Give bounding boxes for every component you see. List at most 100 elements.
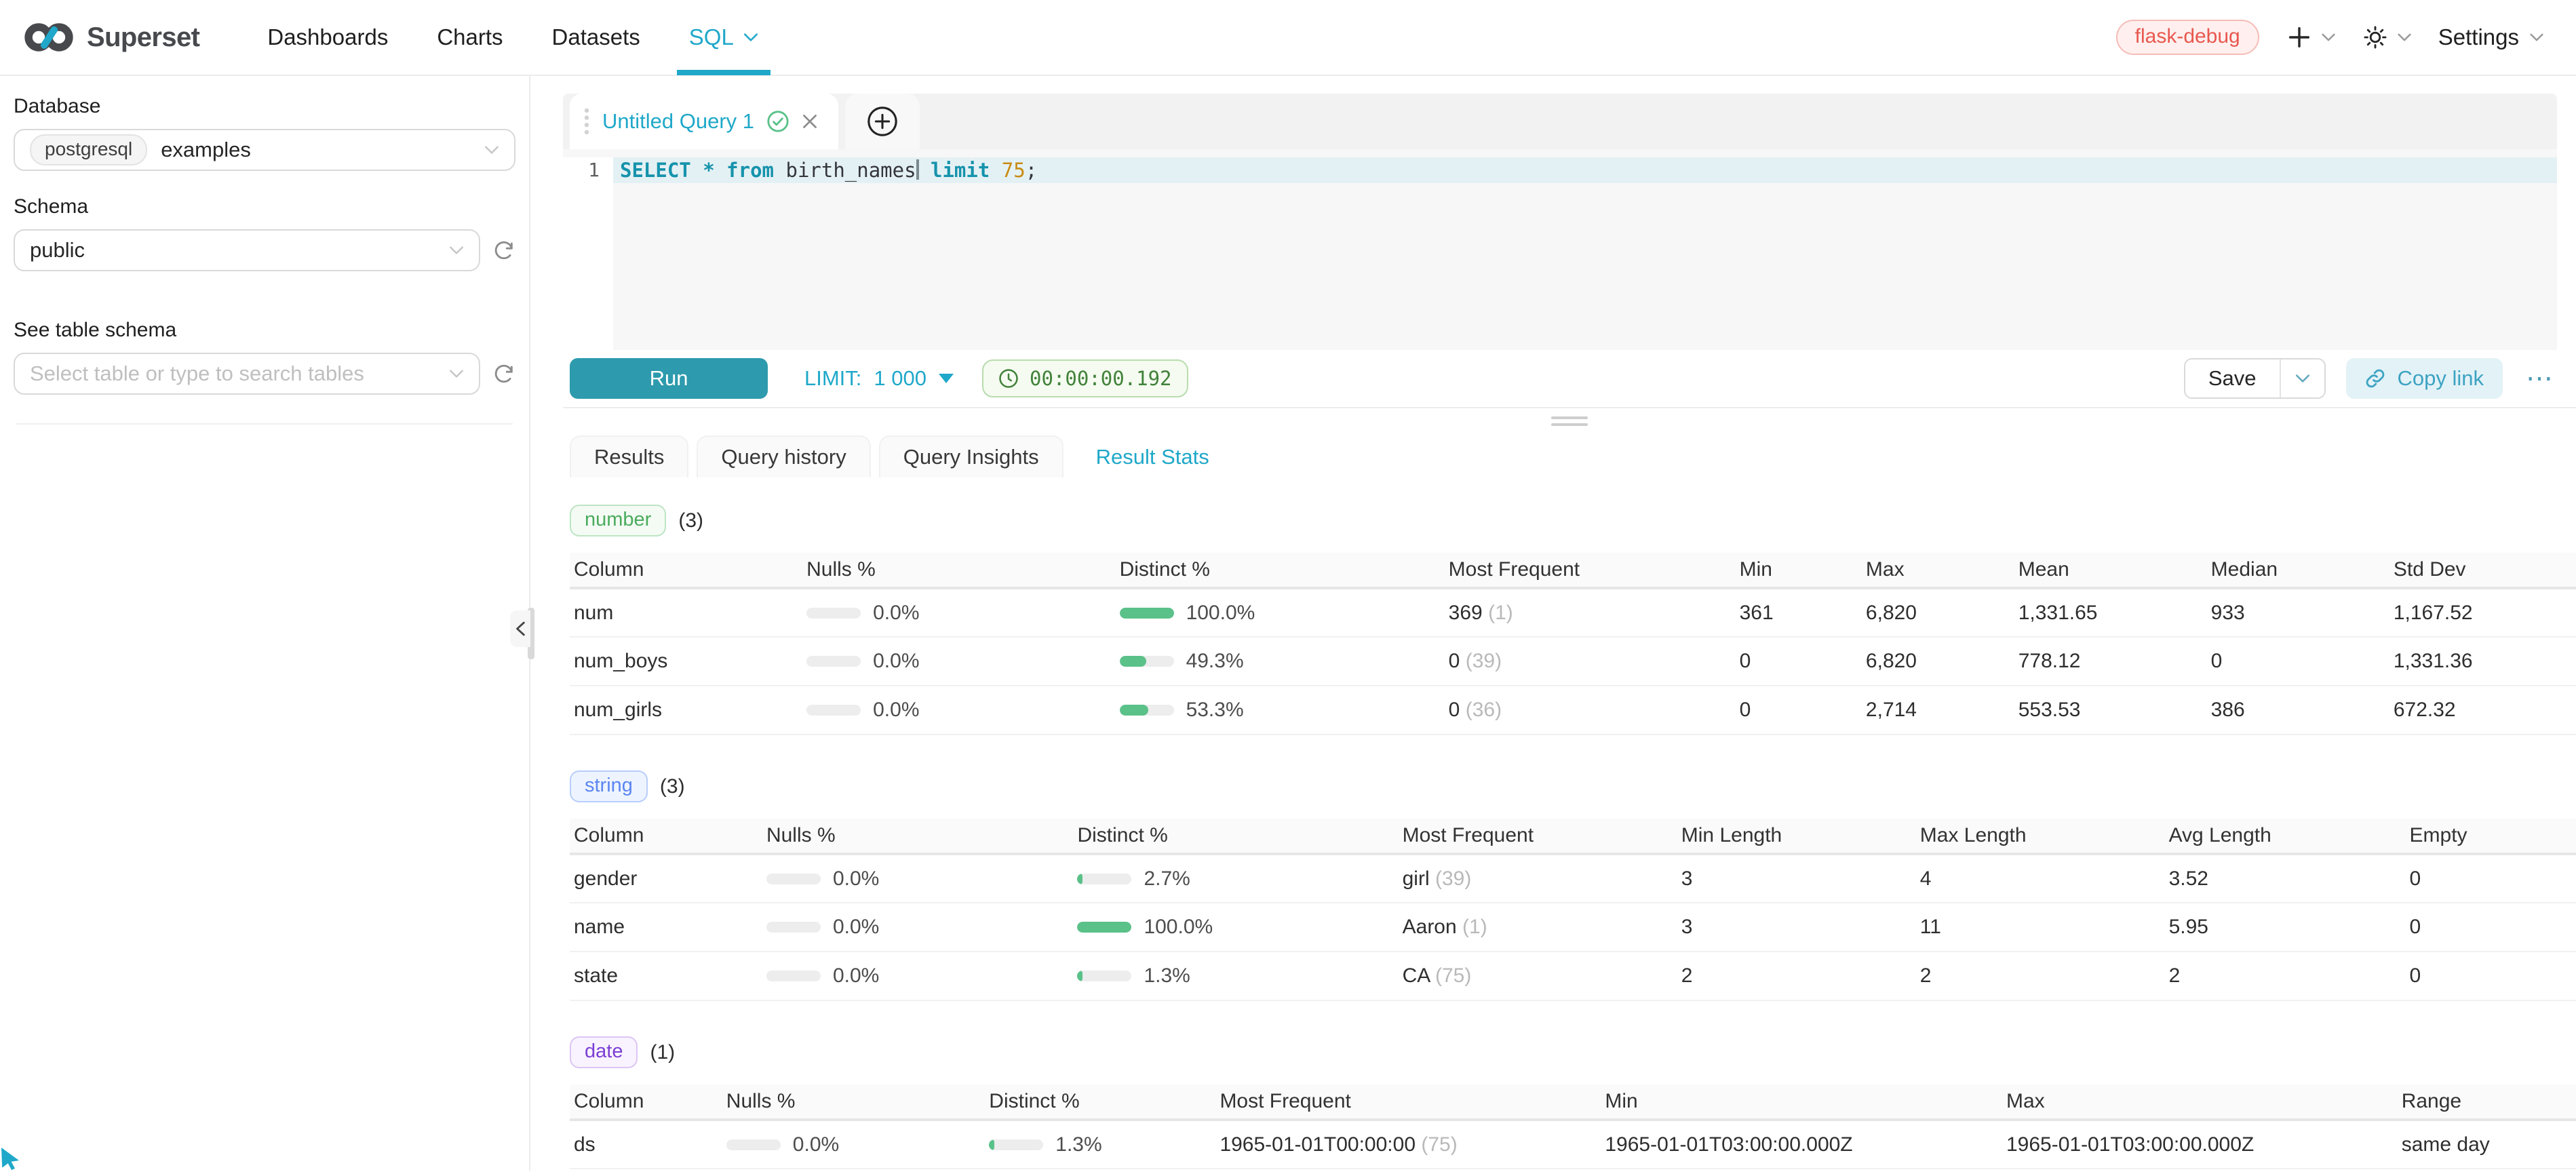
tab-label: Results	[594, 445, 664, 469]
stat-value-cell: 0	[2406, 903, 2576, 952]
percent-bar-fill	[1077, 971, 1082, 981]
close-tab-button[interactable]	[802, 113, 818, 130]
percent-bar-fill	[1120, 705, 1149, 716]
percent-bar	[766, 922, 821, 933]
query-timer: 00:00:00.192	[982, 359, 1188, 397]
settings-menu[interactable]: Settings	[2438, 24, 2543, 50]
percent-value: 0.0%	[873, 650, 919, 673]
navbar-right: flask-debug Settings	[2116, 20, 2543, 55]
new-query-tab-button[interactable]	[845, 94, 920, 149]
environment-badge: flask-debug	[2116, 20, 2259, 55]
drag-handle-icon	[583, 106, 590, 136]
percent-bar	[1120, 608, 1174, 619]
query-tab[interactable]: Untitled Query 1	[570, 94, 838, 149]
percent-value: 100.0%	[1186, 602, 1255, 625]
limit-dropdown[interactable]: LIMIT: 1 000	[804, 366, 954, 391]
database-select[interactable]: postgresql examples	[14, 129, 515, 171]
tab-query-insights[interactable]: Query Insights	[879, 435, 1063, 477]
refresh-icon	[492, 362, 515, 385]
table-row: name0.0%100.0%Aaron (1)3115.950	[570, 903, 2576, 952]
refresh-tables-button[interactable]	[492, 362, 515, 385]
nav-item-label: Charts	[437, 24, 503, 50]
percent-bar	[726, 1139, 781, 1150]
column-header: Most Frequent	[1215, 1085, 1601, 1120]
more-menu-button[interactable]: ⋯	[2523, 365, 2556, 392]
stat-value-cell: 386	[2207, 686, 2389, 735]
most-frequent-count: (1)	[1488, 602, 1513, 624]
results-tabs: Results Query history Query Insights Result…	[570, 435, 2576, 477]
sql-token: 75	[1002, 159, 1026, 182]
stat-value-cell: 0	[2406, 854, 2576, 903]
chevron-down-icon	[449, 369, 464, 378]
pane-resize-handle[interactable]	[1551, 416, 1588, 426]
nav-item-dashboards[interactable]: Dashboards	[243, 0, 412, 75]
sql-editor[interactable]: 1 SELECT * from birth_names limit 75;	[563, 149, 2557, 350]
table-row: num_boys0.0%49.3%0 (39)06,820778.1201,33…	[570, 637, 2576, 686]
theme-toggle-button[interactable]	[2362, 24, 2411, 50]
collapse-sidebar-button[interactable]	[510, 610, 530, 647]
column-header: Column	[570, 553, 802, 588]
refresh-icon	[492, 239, 515, 262]
limit-value: 1 000	[874, 366, 926, 391]
mouse-cursor	[1, 1148, 20, 1171]
column-header: Column	[570, 819, 762, 854]
percent-value: 0.0%	[833, 916, 879, 939]
chevron-down-icon	[743, 33, 758, 42]
percent-bar-fill	[1077, 874, 1082, 884]
percent-bar-fill	[1120, 656, 1146, 667]
percent-value: 0.0%	[833, 867, 879, 891]
percent-value: 1.3%	[1144, 964, 1190, 988]
chevron-left-icon	[515, 621, 526, 636]
nulls-cell: 0.0%	[762, 903, 1073, 952]
nav-item-charts[interactable]: Charts	[412, 0, 527, 75]
stat-value-cell: 0	[1736, 686, 1862, 735]
sql-token	[990, 159, 1001, 182]
distinct-cell: 1.3%	[1073, 952, 1398, 1000]
tab-label: Result Stats	[1096, 445, 1209, 469]
type-badge-date: date	[570, 1036, 638, 1068]
most-frequent-value: 0	[1449, 699, 1460, 721]
nav-item-datasets[interactable]: Datasets	[528, 0, 665, 75]
sql-token: from	[726, 159, 774, 182]
save-options-button[interactable]	[2280, 359, 2324, 397]
chevron-down-icon	[2530, 33, 2543, 42]
percent-value: 1.3%	[1055, 1133, 1101, 1156]
copy-link-button[interactable]: Copy link	[2346, 358, 2503, 399]
tab-results[interactable]: Results	[570, 435, 688, 477]
tab-query-history[interactable]: Query history	[697, 435, 870, 477]
distinct-cell: 2.7%	[1073, 854, 1398, 903]
column-name-cell: num	[570, 588, 802, 637]
stat-value-cell: 361	[1736, 588, 1862, 637]
chevron-down-icon	[484, 145, 499, 155]
tab-label: Query Insights	[903, 445, 1039, 469]
elapsed-time: 00:00:00.192	[1030, 367, 1172, 390]
stat-value-cell: 2,714	[1862, 686, 2014, 735]
schema-label: Schema	[14, 195, 515, 218]
most-frequent-cell: 0 (39)	[1445, 637, 1736, 686]
stat-value-cell: 0	[2207, 637, 2389, 686]
stats-section-number: number(3)ColumnNulls %Distinct %Most Fre…	[570, 505, 2576, 735]
new-item-button[interactable]	[2286, 24, 2335, 50]
run-button[interactable]: Run	[570, 358, 768, 399]
section-badge-row: string(3)	[570, 770, 2576, 802]
table-select-placeholder: Select table or type to search tables	[30, 362, 364, 386]
most-frequent-value: 369	[1449, 602, 1483, 624]
superset-logo[interactable]: Superset	[23, 20, 199, 54]
schema-select[interactable]: public	[14, 229, 480, 271]
stat-value-cell: 1,331.36	[2389, 637, 2576, 686]
table-select[interactable]: Select table or type to search tables	[14, 353, 480, 395]
sql-token	[715, 159, 726, 182]
save-button[interactable]: Save	[2185, 359, 2280, 397]
column-header: Most Frequent	[1399, 819, 1677, 854]
most-frequent-value: CA	[1403, 964, 1430, 987]
nav-item-sql[interactable]: SQL	[665, 0, 783, 75]
tab-result-stats[interactable]: Result Stats	[1072, 435, 1234, 477]
database-label: Database	[14, 95, 515, 118]
sql-token: birth_names	[785, 159, 916, 182]
column-header: Std Dev	[2389, 553, 2576, 588]
nulls-cell: 0.0%	[722, 1120, 985, 1169]
column-name-cell: ds	[570, 1120, 722, 1169]
refresh-schemas-button[interactable]	[492, 239, 515, 262]
distinct-cell: 100.0%	[1073, 903, 1398, 952]
nulls-cell: 0.0%	[802, 686, 1115, 735]
